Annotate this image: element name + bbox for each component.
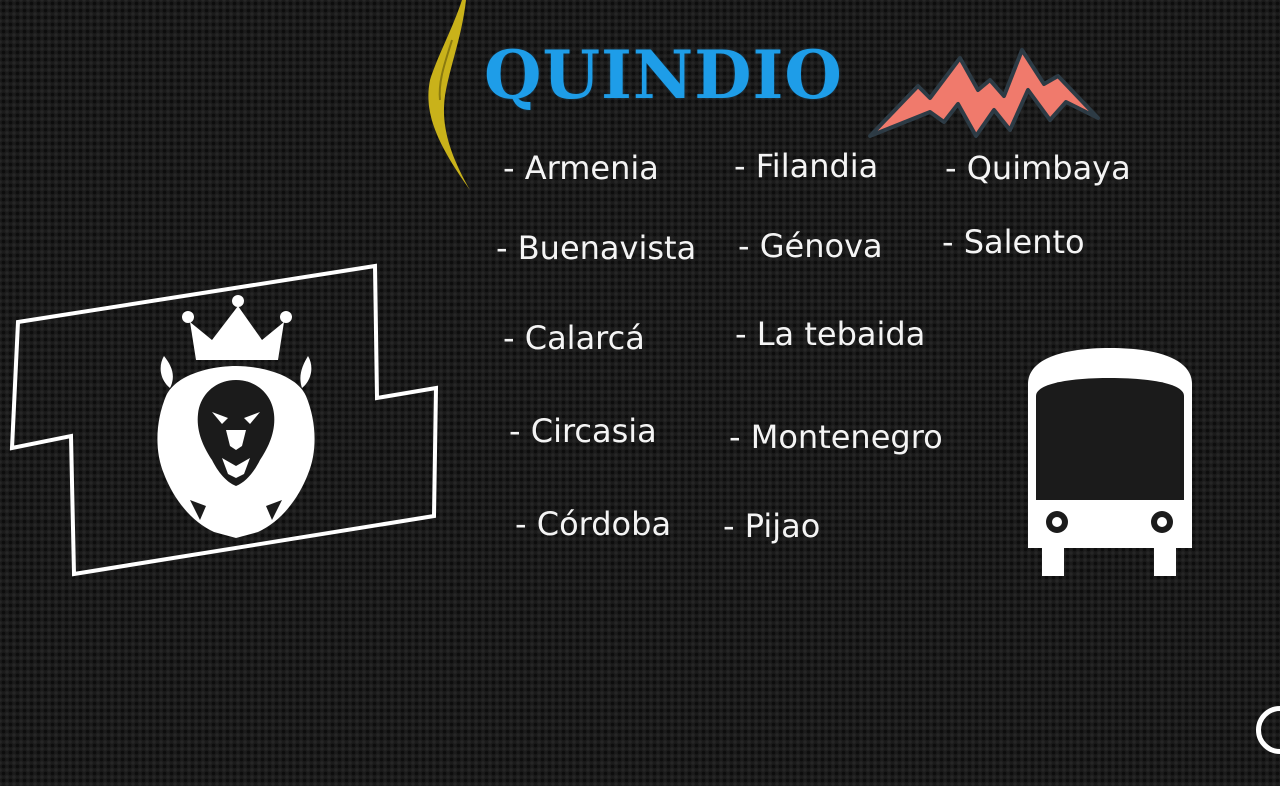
town-pijao: - Pijao <box>723 507 821 545</box>
town-genova: - Génova <box>738 227 883 265</box>
map-outline <box>9 263 439 577</box>
town-filandia: - Filandia <box>734 147 879 185</box>
town-calarca: - Calarcá <box>503 319 645 357</box>
crown <box>182 295 292 360</box>
town-buenavista: - Buenavista <box>496 229 697 267</box>
town-armenia: - Armenia <box>503 149 659 187</box>
edge-circle-mark <box>1256 706 1280 754</box>
bus-icon <box>1028 348 1192 576</box>
town-quimbaya: - Quimbaya <box>945 149 1131 187</box>
lion-crown-icon <box>9 263 439 577</box>
town-montenegro: - Montenegro <box>729 418 943 456</box>
town-circasia: - Circasia <box>509 412 657 450</box>
page-title: QUINDIO <box>484 36 843 114</box>
town-la-tebaida: - La tebaida <box>735 315 926 353</box>
lion-head <box>157 356 315 538</box>
town-cordoba: - Córdoba <box>515 505 672 543</box>
mountain-icon <box>868 48 1100 138</box>
leaf-icon <box>428 0 470 190</box>
town-salento: - Salento <box>942 223 1085 261</box>
